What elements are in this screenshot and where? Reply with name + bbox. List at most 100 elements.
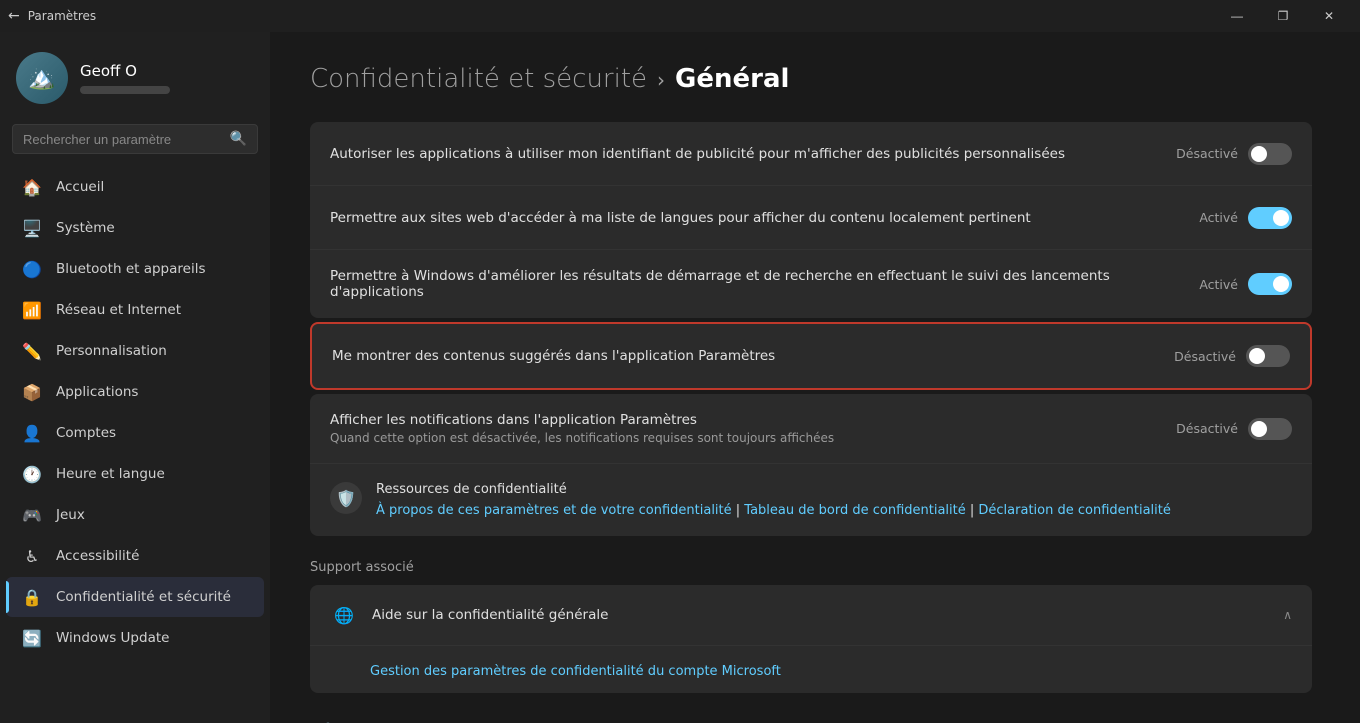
privacy-link-dashboard[interactable]: Tableau de bord de confidentialité <box>744 503 965 518</box>
toggle-lancement[interactable] <box>1248 273 1292 295</box>
sidebar-item-label: Bluetooth et appareils <box>56 261 206 277</box>
setting-row-pub-id: Autoriser les applications à utiliser mo… <box>310 122 1312 186</box>
sidebar-item-heure[interactable]: 🕐 Heure et langue <box>6 454 264 494</box>
window-controls: — ❐ ✕ <box>1214 0 1352 32</box>
setting-text-notifications: Afficher les notifications dans l'applic… <box>330 412 1176 445</box>
setting-row-lancement: Permettre à Windows d'améliorer les résu… <box>310 250 1312 318</box>
support-extra: 🔓 Obtenir de l'aide 🖥️ Envoyer des comme… <box>310 705 1312 723</box>
toggle-suggestions[interactable] <box>1246 345 1290 367</box>
profile-info: Geoff O <box>80 62 170 94</box>
support-row-label: Aide sur la confidentialité générale <box>372 607 608 623</box>
support-extra-aide[interactable]: 🔓 Obtenir de l'aide <box>310 705 1312 723</box>
sidebar-item-windowsupdate[interactable]: 🔄 Windows Update <box>6 618 264 658</box>
setting-text-lancement: Permettre à Windows d'améliorer les résu… <box>330 268 1199 300</box>
toggle-thumb <box>1273 276 1289 292</box>
support-row-aide[interactable]: 🌐 Aide sur la confidentialité générale ∧ <box>310 585 1312 646</box>
toggle-langue[interactable] <box>1248 207 1292 229</box>
breadcrumb-parent: Confidentialité et sécurité <box>310 64 647 94</box>
windowsupdate-icon: 🔄 <box>22 628 42 648</box>
sidebar-item-bluetooth[interactable]: 🔵 Bluetooth et appareils <box>6 249 264 289</box>
bluetooth-icon: 🔵 <box>22 259 42 279</box>
privacy-resources-row: 🛡️ Ressources de confidentialité À propo… <box>310 464 1312 536</box>
minimize-button[interactable]: — <box>1214 0 1260 32</box>
privacy-links-row: À propos de ces paramètres et de votre c… <box>376 503 1171 518</box>
toggle-thumb <box>1249 348 1265 364</box>
setting-text-langue: Permettre aux sites web d'accéder à ma l… <box>330 210 1199 226</box>
privacy-resources-title: Ressources de confidentialité <box>376 482 1171 497</box>
sidebar-item-personnalisation[interactable]: ✏️ Personnalisation <box>6 331 264 371</box>
search-box[interactable]: 🔍 <box>12 124 258 154</box>
setting-subtext-notifications: Quand cette option est désactivée, les n… <box>330 431 1156 445</box>
title-bar: ← Paramètres — ❐ ✕ <box>0 0 1360 32</box>
applications-icon: 📦 <box>22 382 42 402</box>
restore-button[interactable]: ❐ <box>1260 0 1306 32</box>
support-section: Support associé 🌐 Aide sur la confidenti… <box>310 560 1312 723</box>
setting-row-notifications: Afficher les notifications dans l'applic… <box>310 394 1312 464</box>
systeme-icon: 🖥️ <box>22 218 42 238</box>
confidentialite-icon: 🔒 <box>22 587 42 607</box>
sidebar-item-label: Comptes <box>56 425 116 441</box>
profile-status-bar <box>80 86 170 94</box>
accessibilite-icon: ♿ <box>22 546 42 566</box>
setting-text-suggestions: Me montrer des contenus suggérés dans l'… <box>332 348 1174 364</box>
toggle-label-suggestions: Désactivé <box>1174 349 1236 364</box>
toggle-notifications[interactable] <box>1248 418 1292 440</box>
sidebar-item-systeme[interactable]: 🖥️ Système <box>6 208 264 248</box>
sidebar-item-applications[interactable]: 📦 Applications <box>6 372 264 412</box>
shield-icon: 🛡️ <box>330 482 362 514</box>
toggle-container-langue: Activé <box>1199 207 1292 229</box>
toggle-container-suggestions: Désactivé <box>1174 345 1290 367</box>
page-header: Confidentialité et sécurité › Général <box>310 64 1312 94</box>
sidebar-item-jeux[interactable]: 🎮 Jeux <box>6 495 264 535</box>
sidebar-item-label: Heure et langue <box>56 466 165 482</box>
support-row-left: 🌐 Aide sur la confidentialité générale <box>330 601 608 629</box>
setting-row-suggestions: Me montrer des contenus suggérés dans l'… <box>312 324 1310 388</box>
settings-section-main: Autoriser les applications à utiliser mo… <box>310 122 1312 318</box>
sidebar-item-label: Jeux <box>56 507 85 523</box>
sidebar-item-reseau[interactable]: 📶 Réseau et Internet <box>6 290 264 330</box>
privacy-link-about[interactable]: À propos de ces paramètres et de votre c… <box>376 503 732 518</box>
support-link-microsoft[interactable]: Gestion des paramètres de confidentialit… <box>370 664 781 679</box>
toggle-label-langue: Activé <box>1199 210 1238 225</box>
support-title: Support associé <box>310 560 1312 575</box>
sidebar: 🏔️ Geoff O 🔍 🏠 Accueil 🖥️ Système <box>0 32 270 723</box>
close-button[interactable]: ✕ <box>1306 0 1352 32</box>
toggle-thumb <box>1251 421 1267 437</box>
toggle-label-lancement: Activé <box>1199 277 1238 292</box>
aide-icon: 🌐 <box>330 601 358 629</box>
heure-icon: 🕐 <box>22 464 42 484</box>
toggle-label-pub-id: Désactivé <box>1176 146 1238 161</box>
sidebar-item-accueil[interactable]: 🏠 Accueil <box>6 167 264 207</box>
toggle-pub-id[interactable] <box>1248 143 1292 165</box>
sidebar-item-label: Accessibilité <box>56 548 139 564</box>
title-bar-left: ← Paramètres <box>8 8 96 24</box>
reseau-icon: 📶 <box>22 300 42 320</box>
jeux-icon: 🎮 <box>22 505 42 525</box>
toggle-thumb <box>1273 210 1289 226</box>
title-bar-title: Paramètres <box>28 9 96 23</box>
settings-section-notifications: Afficher les notifications dans l'applic… <box>310 394 1312 536</box>
support-link-row: Gestion des paramètres de confidentialit… <box>310 646 1312 693</box>
sidebar-item-confidentialite[interactable]: 🔒 Confidentialité et sécurité <box>6 577 264 617</box>
search-input[interactable] <box>23 132 222 147</box>
toggle-container-lancement: Activé <box>1199 273 1292 295</box>
setting-text-pub-id: Autoriser les applications à utiliser mo… <box>330 146 1176 162</box>
back-icon[interactable]: ← <box>8 8 20 24</box>
avatar: 🏔️ <box>16 52 68 104</box>
profile-name: Geoff O <box>80 62 170 80</box>
page-title: Général <box>675 64 789 94</box>
app-body: 🏔️ Geoff O 🔍 🏠 Accueil 🖥️ Système <box>0 32 1360 723</box>
sidebar-item-label: Confidentialité et sécurité <box>56 589 231 605</box>
privacy-link-declaration[interactable]: Déclaration de confidentialité <box>978 503 1170 518</box>
support-card: 🌐 Aide sur la confidentialité générale ∧… <box>310 585 1312 693</box>
sidebar-item-label: Applications <box>56 384 138 400</box>
sidebar-item-accessibilite[interactable]: ♿ Accessibilité <box>6 536 264 576</box>
sidebar-item-label: Windows Update <box>56 630 169 646</box>
profile-section[interactable]: 🏔️ Geoff O <box>0 32 270 120</box>
sidebar-item-label: Système <box>56 220 115 236</box>
toggle-container-pub-id: Désactivé <box>1176 143 1292 165</box>
sidebar-item-comptes[interactable]: 👤 Comptes <box>6 413 264 453</box>
breadcrumb-separator: › <box>657 68 665 92</box>
search-container: 🔍 <box>0 120 270 166</box>
toggle-container-notifications: Désactivé <box>1176 418 1292 440</box>
